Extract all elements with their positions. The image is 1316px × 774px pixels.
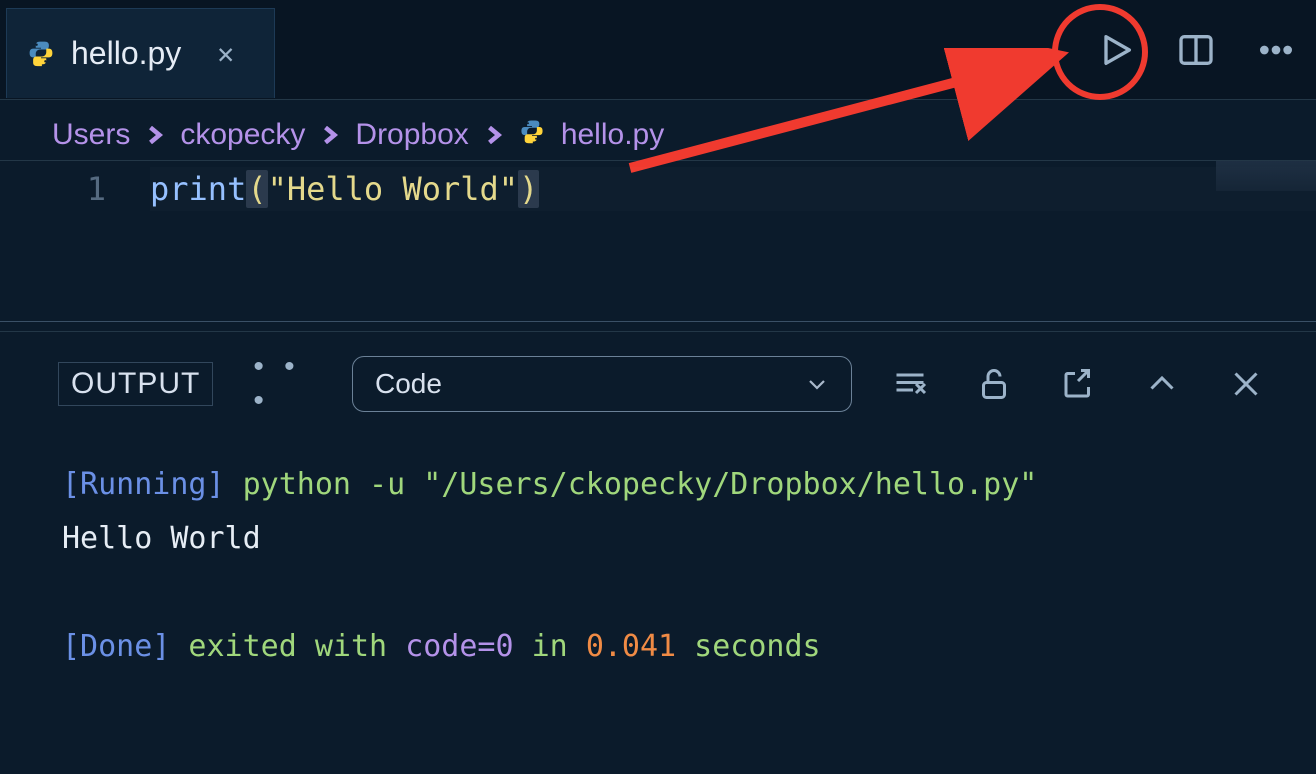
breadcrumb-file[interactable]: hello.py bbox=[561, 118, 664, 152]
output-running-cmd: python -u "/Users/ckopecky/Dropbox/hello… bbox=[225, 467, 1038, 502]
more-actions-icon[interactable] bbox=[1256, 30, 1296, 70]
token-string: "Hello World" bbox=[268, 170, 518, 208]
minimap[interactable] bbox=[1216, 161, 1316, 191]
split-editor-icon[interactable] bbox=[1176, 30, 1216, 70]
output-done-text: exited with bbox=[170, 629, 405, 664]
token-paren: ) bbox=[518, 170, 539, 208]
output-stdout: Hello World bbox=[62, 521, 261, 556]
breadcrumb-segment[interactable]: Users bbox=[52, 118, 130, 152]
terminal-output[interactable]: [Running] python -u "/Users/ckopecky/Dro… bbox=[58, 418, 1264, 674]
token-function: print bbox=[150, 170, 246, 208]
tab-bar: hello.py ✕ bbox=[0, 0, 1316, 100]
panel-tab-output[interactable]: OUTPUT bbox=[58, 362, 213, 406]
breadcrumb-segment[interactable]: Dropbox bbox=[355, 118, 468, 152]
close-icon[interactable]: ✕ bbox=[217, 37, 234, 70]
chevron-down-icon bbox=[805, 372, 829, 396]
panel-more-views-icon[interactable]: • • • bbox=[253, 350, 312, 418]
chevron-right-icon bbox=[146, 118, 164, 152]
run-button[interactable] bbox=[1096, 30, 1136, 70]
chevron-right-icon bbox=[321, 118, 339, 152]
output-time: 0.041 bbox=[586, 629, 676, 664]
lock-scroll-icon[interactable] bbox=[976, 366, 1012, 402]
output-done-tag: [Done] bbox=[62, 629, 170, 664]
line-number: 1 bbox=[0, 167, 150, 211]
token-paren: ( bbox=[246, 170, 267, 208]
breadcrumb-segment[interactable]: ckopecky bbox=[180, 118, 305, 152]
select-value: Code bbox=[375, 368, 442, 400]
output-in: in bbox=[514, 629, 586, 664]
clear-output-icon[interactable] bbox=[892, 366, 928, 402]
open-log-icon[interactable] bbox=[1060, 366, 1096, 402]
close-panel-icon[interactable] bbox=[1228, 366, 1264, 402]
tab-filename: hello.py bbox=[71, 35, 181, 72]
panel-divider[interactable] bbox=[0, 321, 1316, 331]
tab-actions bbox=[1096, 0, 1296, 99]
editor-tab[interactable]: hello.py ✕ bbox=[6, 8, 275, 98]
breadcrumb: Users ckopecky Dropbox hello.py bbox=[0, 100, 1316, 161]
output-seconds: seconds bbox=[676, 629, 821, 664]
python-icon bbox=[519, 118, 545, 152]
output-code-label: code= bbox=[405, 629, 495, 664]
output-channel-select[interactable]: Code bbox=[352, 356, 852, 412]
chevron-right-icon bbox=[485, 118, 503, 152]
code-line: 1 print("Hello World") bbox=[0, 167, 1316, 211]
code-content[interactable]: print("Hello World") bbox=[150, 167, 1316, 211]
output-running-tag: [Running] bbox=[62, 467, 225, 502]
code-editor[interactable]: 1 print("Hello World") bbox=[0, 161, 1316, 321]
chevron-up-icon[interactable] bbox=[1144, 366, 1180, 402]
output-panel: OUTPUT • • • Code [Running] python -u "/… bbox=[0, 331, 1316, 674]
panel-header: OUTPUT • • • Code bbox=[58, 350, 1264, 418]
python-icon bbox=[27, 39, 55, 67]
output-code-value: 0 bbox=[496, 629, 514, 664]
